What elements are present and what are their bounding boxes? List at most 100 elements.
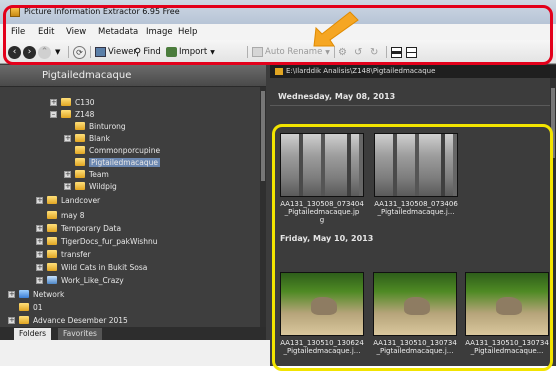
- expand-icon[interactable]: +: [36, 250, 43, 258]
- tree-item-label: Temporary Data: [61, 223, 122, 233]
- left-panel-tabs: Folders Favorites: [0, 327, 266, 340]
- tree-item-selected[interactable]: Pigtailedmacaque: [64, 156, 161, 168]
- thumbnail-item[interactable]: AA131_130508_073406 _Pigtailedmacaque.j.…: [371, 133, 461, 216]
- computer-icon: [47, 276, 57, 284]
- folder-icon: [47, 263, 57, 271]
- viewer-button[interactable]: Viewer: [95, 45, 137, 59]
- expand-icon[interactable]: +: [36, 224, 43, 232]
- collapse-icon[interactable]: –: [50, 110, 57, 118]
- photo-thumbnail: [374, 133, 458, 197]
- tab-favorites[interactable]: Favorites: [58, 328, 102, 340]
- scrollbar-thumb[interactable]: [261, 91, 265, 181]
- tree-item-label: transfer: [61, 249, 91, 259]
- folder-icon: [47, 196, 57, 204]
- menu-edit[interactable]: Edit: [38, 27, 54, 37]
- expand-icon[interactable]: +: [36, 276, 43, 284]
- tree-item-label: may 8: [61, 210, 85, 220]
- folder-tree: + C130 – Z148 Binturong + Blank Commonporcu…: [0, 87, 260, 327]
- folder-icon: [61, 98, 71, 106]
- chevron-down-icon: ▼: [55, 48, 61, 56]
- thumbnail-caption: AA131_130510_130734 _Pigtailedmacaque.j.…: [373, 339, 457, 355]
- tree-item[interactable]: Binturong: [64, 120, 126, 132]
- forward-button[interactable]: ›: [23, 45, 36, 59]
- magnifier-icon: ⚲: [134, 46, 142, 58]
- menu-file[interactable]: File: [11, 27, 25, 37]
- menu-view[interactable]: View: [66, 27, 86, 37]
- folder-icon: [19, 303, 29, 311]
- split-vertical-icon: [406, 46, 417, 58]
- tree-item-label: Z148: [75, 109, 95, 119]
- folder-icon: [275, 68, 283, 75]
- tree-item[interactable]: + TigerDocs_fur_pakWishnu: [36, 235, 157, 247]
- scrollbar-thumb[interactable]: [551, 88, 555, 158]
- menu-image[interactable]: Image: [146, 27, 173, 37]
- window-title: Picture Information Extractor 6.95 Free: [24, 7, 180, 16]
- thumbnail-item[interactable]: AA131_130508_073404 _Pigtailedmacaque.jp…: [277, 133, 367, 224]
- tree-item[interactable]: Commonporcupine: [64, 144, 160, 156]
- rotate-right-button[interactable]: ↻: [370, 45, 378, 59]
- tree-item-label: Wild Cats in Bukit Sosa: [61, 262, 148, 272]
- expand-icon[interactable]: +: [36, 237, 43, 245]
- tree-item-label: Pigtailedmacaque: [89, 157, 161, 167]
- expand-icon[interactable]: +: [64, 182, 71, 190]
- expand-icon[interactable]: +: [36, 263, 43, 271]
- tree-item[interactable]: + Wild Cats in Bukit Sosa: [36, 261, 147, 273]
- expand-icon[interactable]: +: [64, 170, 71, 178]
- tree-item[interactable]: 01: [8, 301, 43, 313]
- thumbnail-caption: AA131_130510_130734 _Pigtailedmacaque...: [465, 339, 549, 355]
- tree-item[interactable]: – Z148: [50, 108, 94, 120]
- history-dropdown-button[interactable]: ▼: [55, 45, 60, 59]
- folder-open-icon: [75, 158, 85, 166]
- menu-metadata[interactable]: Metadata: [98, 27, 138, 37]
- layout-vertical-button[interactable]: [406, 45, 417, 59]
- import-label: Import: [179, 47, 208, 57]
- layout-horizontal-button[interactable]: [391, 45, 402, 59]
- expand-icon[interactable]: +: [50, 98, 57, 106]
- folder-icon: [75, 170, 85, 178]
- back-button[interactable]: ‹: [8, 45, 21, 59]
- current-folder-title: Pigtailedmacaque: [42, 70, 132, 81]
- tree-item[interactable]: + Work_Like_Crazy: [36, 274, 124, 286]
- import-icon: [166, 47, 177, 57]
- thumbnail-item[interactable]: AA131_130510_130734 _Pigtailedmacaque.j.…: [370, 272, 460, 355]
- divider: [270, 105, 550, 106]
- tree-item-label: Landcover: [61, 195, 101, 205]
- tree-item[interactable]: + Wildpig: [64, 180, 117, 192]
- thumbnail-item[interactable]: AA131_130510_130734 _Pigtailedmacaque...: [462, 272, 552, 355]
- expand-icon[interactable]: +: [8, 316, 15, 324]
- tree-item[interactable]: + Landcover: [36, 194, 100, 206]
- tree-item[interactable]: + transfer: [36, 248, 91, 260]
- tree-item[interactable]: + C130: [50, 96, 95, 108]
- folder-panel-header: Pigtailedmacaque: [0, 65, 266, 87]
- photo-thumbnail: [373, 272, 457, 336]
- tab-folders[interactable]: Folders: [14, 328, 52, 340]
- tree-item-label: Wildpig: [89, 181, 117, 191]
- tree-item-label: Network: [33, 289, 65, 299]
- toolbar-separator: [90, 46, 91, 58]
- arrow-annotation-icon: [313, 11, 359, 47]
- tree-item[interactable]: + Temporary Data: [36, 222, 121, 234]
- tree-item[interactable]: + Advance Desember 2015: [8, 314, 128, 326]
- tree-item[interactable]: may 8: [36, 209, 85, 221]
- toolbar: ‹ › ⌃ ▼ ⟳ Viewer ⚲ Find Import ▼ Auto Re…: [0, 40, 556, 64]
- import-button[interactable]: Import ▼: [166, 45, 215, 59]
- status-bar: [0, 340, 270, 366]
- expand-icon[interactable]: +: [64, 134, 71, 142]
- thumbnail-item[interactable]: AA131_130510_130624 _Pigtailedmacaque.j.…: [277, 272, 367, 355]
- expand-icon[interactable]: +: [8, 290, 15, 298]
- up-button[interactable]: ⌃: [38, 45, 51, 59]
- folder-icon: [47, 250, 57, 258]
- tree-item[interactable]: + Team: [64, 168, 109, 180]
- tree-item[interactable]: + Blank: [64, 132, 110, 144]
- monitor-icon: [95, 47, 106, 57]
- menu-help[interactable]: Help: [178, 27, 197, 37]
- find-button[interactable]: ⚲ Find: [134, 45, 161, 59]
- refresh-button[interactable]: ⟳: [73, 45, 86, 59]
- date-group-header: Friday, May 10, 2013: [280, 234, 374, 243]
- thumbnail-scrollbar[interactable]: [550, 78, 556, 340]
- tree-item[interactable]: + Network: [8, 288, 64, 300]
- back-arrow-icon: ‹: [8, 45, 21, 59]
- photo-thumbnail: [465, 272, 549, 336]
- tree-scrollbar[interactable]: [260, 87, 266, 327]
- expand-icon[interactable]: +: [36, 196, 43, 204]
